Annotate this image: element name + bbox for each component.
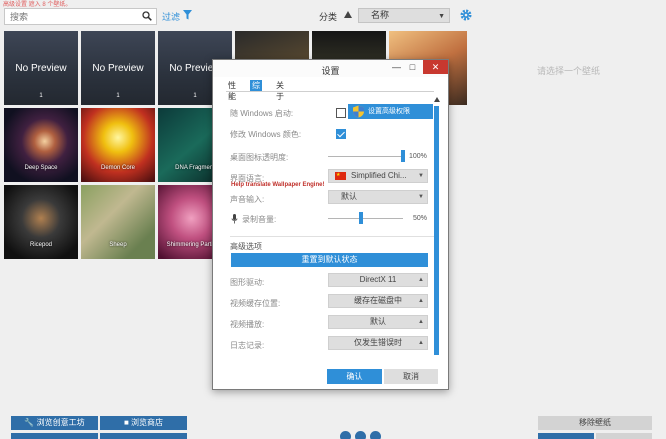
log-value: 仅发生错误时 — [354, 338, 402, 347]
store-icon: ■ — [123, 418, 129, 427]
chevron-down-icon: ▼ — [438, 13, 445, 20]
chevron-down-icon: ▼ — [418, 173, 424, 179]
scroll-up-icon[interactable] — [434, 96, 440, 104]
twitter-icon[interactable] — [355, 431, 366, 439]
graphics-driver-select[interactable]: DirectX 11 ▲ — [328, 273, 428, 287]
audio-input-value: 默认 — [341, 192, 357, 201]
recording-volume-thumb[interactable] — [359, 212, 363, 224]
ok-button[interactable]: 确认 — [327, 369, 382, 384]
wallpaper-tile[interactable]: No Preview 1 — [4, 31, 78, 105]
desktop-opacity-value: 100% — [409, 153, 427, 160]
log-select[interactable]: 仅发生错误时 ▲ — [328, 336, 428, 350]
chevron-up-icon: ▲ — [418, 277, 424, 283]
wallpaper-tile[interactable]: No Preview 1 — [81, 31, 155, 105]
sort-direction-icon[interactable] — [344, 11, 352, 18]
remove-wallpaper-button[interactable]: 移除壁纸 — [538, 416, 652, 430]
ui-language-value: Simplified Chi... — [351, 171, 407, 180]
search-box[interactable] — [4, 8, 157, 25]
admin-button-label: 设置高级权限 — [368, 108, 410, 115]
facebook-icon[interactable] — [370, 431, 381, 439]
video-loop-value: 默认 — [370, 317, 386, 326]
microphone-icon — [231, 214, 238, 224]
sort-select-value: 名称 — [371, 10, 390, 20]
graphics-driver-label: 图形驱动: — [230, 278, 265, 287]
minimize-button[interactable]: — — [388, 60, 405, 74]
recording-volume-track[interactable] — [328, 218, 403, 219]
tab-performance[interactable]: 性能 — [226, 80, 238, 101]
tile-caption: Deep Space — [24, 165, 58, 171]
bottom-button-secondary[interactable] — [11, 433, 98, 439]
windows-startup-label: 随 Windows 启动: — [230, 109, 294, 118]
ok-bottom-button[interactable] — [538, 433, 594, 439]
tile-caption: Ricepod — [29, 242, 52, 248]
top-warning-text: 高级设置 遮入 8 个壁纸。 — [3, 2, 72, 8]
video-loop-select[interactable]: 默认 ▲ — [328, 315, 428, 329]
chevron-up-icon: ▲ — [418, 298, 424, 304]
help-translate-link[interactable]: Help translate Wallpaper Engine! — [231, 182, 324, 188]
reset-defaults-button[interactable]: 重置到默认状态 — [231, 253, 428, 267]
shield-icon — [353, 105, 364, 118]
search-icon[interactable] — [142, 11, 152, 21]
audio-input-label: 声音输入: — [230, 195, 265, 204]
tab-general[interactable]: 综合 — [250, 80, 262, 101]
advanced-options-heading: 高级选项 — [230, 242, 262, 251]
wallpaper-tile[interactable]: Deep Space — [4, 108, 78, 182]
browse-workshop-button[interactable]: 🔧 浏览创意工坊 — [11, 416, 98, 430]
sort-select[interactable]: 名称 ▼ — [358, 8, 450, 23]
log-label: 日志记录: — [230, 341, 265, 350]
graphics-driver-value: DirectX 11 — [359, 275, 397, 284]
wallpaper-tile[interactable]: Sheep — [81, 185, 155, 259]
windows-colors-label: 修改 Windows 颜色: — [230, 130, 302, 139]
no-preview-label: No Preview — [15, 63, 67, 74]
tab-about[interactable]: 关于 — [274, 80, 286, 101]
ui-language-select[interactable]: Simplified Chi... ▼ — [328, 169, 428, 183]
sort-label: 分类 — [319, 12, 338, 22]
chevron-down-icon: ▼ — [418, 194, 424, 200]
desktop-opacity-thumb[interactable] — [401, 150, 405, 162]
maximize-button[interactable]: □ — [404, 60, 421, 74]
close-button[interactable]: ✕ — [423, 60, 448, 74]
cancel-button[interactable]: 取消 — [384, 369, 438, 384]
tile-caption: 1 — [116, 93, 120, 99]
video-cache-value: 缓存在磁盘中 — [354, 296, 402, 305]
windows-colors-checkbox[interactable] — [336, 129, 346, 139]
wallpaper-tile[interactable]: Demon Core — [81, 108, 155, 182]
settings-content: 随 Windows 启动: 设置高级权限 修改 Windows 颜色: 桌面图标… — [226, 95, 434, 355]
select-wallpaper-hint: 请选择一个壁纸 — [537, 66, 601, 76]
video-cache-select[interactable]: 缓存在磁盘中 ▲ — [328, 294, 428, 308]
search-input[interactable] — [5, 9, 135, 24]
wallpaper-tile[interactable]: Ricepod — [4, 185, 78, 259]
china-flag-icon — [335, 169, 346, 181]
browse-store-button[interactable]: ■ 浏览商店 — [100, 416, 187, 430]
settings-dialog: 设置 — □ ✕ 性能 综合 关于 随 Windows 启动: 设置高级权限 修… — [212, 59, 449, 390]
filter-link[interactable]: 过滤 — [162, 10, 180, 23]
chevron-up-icon: ▲ — [418, 340, 424, 346]
steam-icon[interactable] — [340, 431, 351, 439]
video-loop-label: 视频播放: — [230, 320, 265, 329]
filter-icon[interactable] — [183, 10, 192, 20]
admin-privileges-button[interactable]: 设置高级权限 — [348, 104, 433, 119]
windows-startup-checkbox[interactable] — [336, 108, 346, 118]
desktop-opacity-label: 桌面图标透明度: — [230, 153, 289, 162]
tab-divider — [226, 91, 434, 92]
cancel-bottom-button[interactable] — [596, 433, 652, 439]
recording-volume-value: 50% — [413, 215, 428, 222]
desktop-opacity-track[interactable] — [328, 156, 403, 157]
tile-caption: Demon Core — [100, 165, 135, 171]
tile-caption: Sheep — [109, 242, 127, 248]
chevron-up-icon: ▲ — [418, 319, 424, 325]
wrench-icon: 🔧 — [24, 418, 35, 427]
gear-icon[interactable] — [460, 9, 472, 21]
settings-scrollbar[interactable] — [434, 106, 439, 355]
tile-caption: 1 — [39, 93, 43, 99]
bottom-button-secondary[interactable] — [100, 433, 187, 439]
browse-store-label: 浏览商店 — [131, 418, 164, 427]
scrollbar-thumb[interactable] — [434, 106, 439, 355]
dialog-titlebar[interactable]: 设置 — □ ✕ — [213, 60, 448, 77]
audio-input-select[interactable]: 默认 ▼ — [328, 190, 428, 204]
section-divider — [230, 236, 434, 237]
video-cache-label: 视频缓存位置: — [230, 299, 281, 308]
browse-workshop-label: 浏览创意工坊 — [36, 418, 85, 427]
no-preview-label: No Preview — [92, 63, 144, 74]
